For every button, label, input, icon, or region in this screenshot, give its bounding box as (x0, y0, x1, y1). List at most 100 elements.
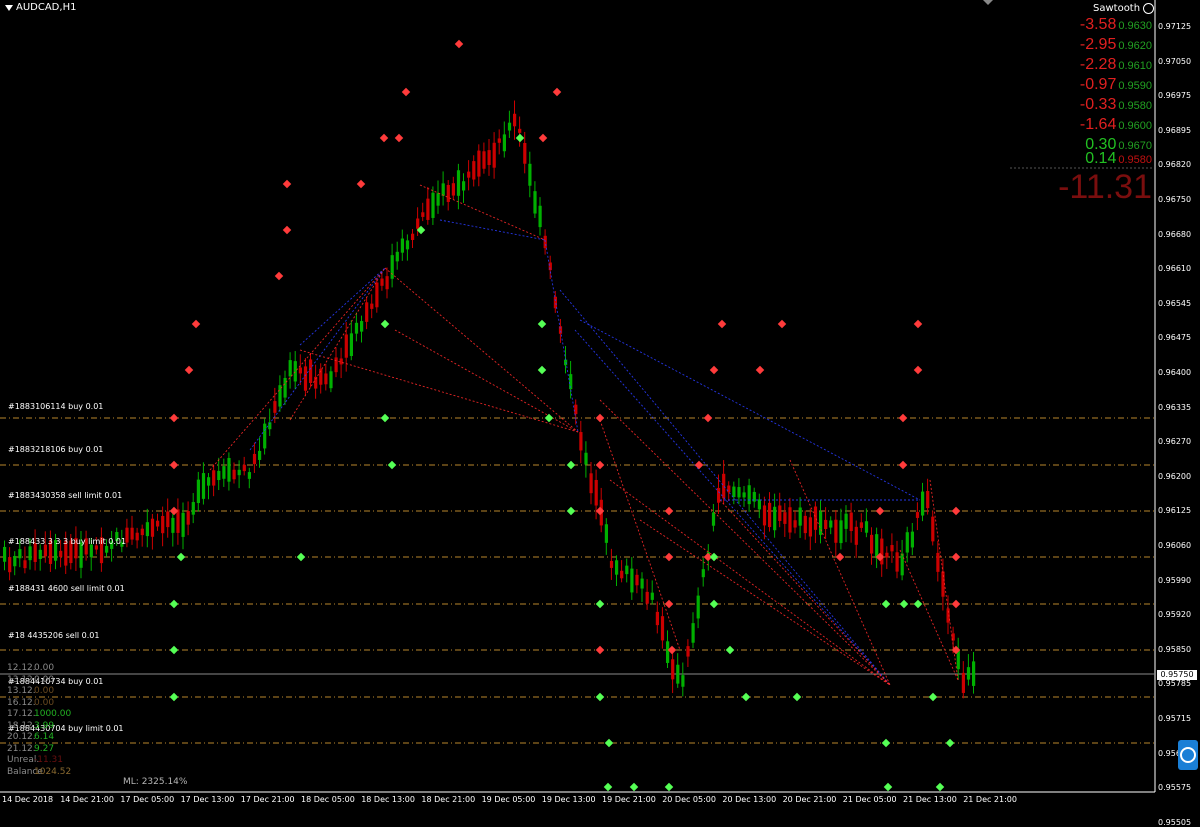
candle-body (609, 560, 614, 568)
candle-body (813, 506, 818, 530)
panel-value: -0.33 (1079, 96, 1117, 113)
candle-body (222, 466, 226, 479)
buy-marker (169, 599, 179, 609)
buy-marker (169, 645, 179, 655)
panel-row: -0.97 0.9590 (1030, 76, 1152, 94)
shift-marker-icon[interactable] (983, 0, 993, 5)
history-row: 20.12.6.14 (7, 732, 54, 742)
time-tick-label: 14 Dec 21:00 (60, 795, 114, 804)
sell-marker (595, 460, 605, 470)
price-chart-canvas[interactable] (0, 0, 1200, 810)
order-label: #1883106114 buy 0.01 (8, 402, 104, 411)
buy-marker (913, 599, 923, 609)
history-date: 12.12. (7, 663, 36, 673)
candle-body (671, 659, 675, 680)
time-tick-label: 19 Dec 05:00 (481, 795, 536, 804)
candle-body (38, 549, 42, 559)
candle-body (462, 181, 466, 191)
chart-area[interactable] (0, 0, 1200, 810)
history-date: 21.12. (7, 743, 36, 754)
sell-marker (664, 552, 674, 562)
candle-body (28, 546, 32, 561)
candle-body (349, 333, 353, 357)
buy-marker (537, 319, 547, 329)
sell-marker (379, 133, 389, 143)
price-tick-label: 0.97125 (1158, 22, 1192, 31)
history-row: 12.12.0.00 (7, 663, 54, 673)
price-tick-label: 0.96060 (1158, 541, 1192, 550)
sell-marker (951, 552, 961, 562)
fan-line (289, 267, 386, 421)
sell-marker (595, 645, 605, 655)
fan-line (209, 267, 386, 471)
candle-body (446, 184, 450, 202)
panel-row: -2.28 0.9610 (1030, 56, 1152, 74)
candle-body (742, 492, 746, 498)
sell-marker (595, 413, 605, 423)
sell-marker (951, 506, 961, 516)
price-tick-label: 0.95505 (1158, 817, 1192, 827)
candle-body (135, 532, 139, 541)
buy-marker (544, 413, 554, 423)
candle-body (584, 452, 588, 465)
price-tick-label: 0.96475 (1158, 333, 1192, 343)
buy-marker (881, 599, 891, 609)
candle-body (385, 276, 389, 290)
buy-marker (603, 782, 613, 792)
candle-body (773, 506, 777, 531)
history-value: 1024.52 (34, 766, 72, 777)
panel-row: -1.64 0.9600 (1030, 116, 1152, 134)
candle-body (79, 542, 83, 568)
symbol-dropdown-icon[interactable] (5, 5, 13, 11)
candle-body (207, 477, 211, 486)
candle-body (604, 524, 608, 543)
sell-marker (282, 179, 292, 189)
panel-value: 0.14 (1085, 150, 1117, 167)
candle-body (528, 163, 532, 186)
candle-body (921, 491, 925, 516)
candle-body (166, 511, 170, 528)
buy-marker (725, 645, 735, 655)
fan-line (574, 329, 891, 686)
candle-body (808, 517, 812, 537)
candle-body (298, 367, 302, 374)
history-row: Unreal.-11.31 (7, 755, 63, 765)
history-value: 0.00 (34, 697, 55, 708)
candle-body (354, 322, 359, 334)
buy-marker (537, 365, 547, 375)
history-date: 17.12. (7, 709, 36, 719)
teamviewer-icon[interactable] (1178, 740, 1198, 770)
price-tick-label: 0.97050 (1158, 56, 1192, 66)
sell-marker (913, 319, 923, 329)
sell-marker (898, 460, 908, 470)
history-value: 9.27 (34, 743, 55, 754)
candle-body (518, 128, 522, 133)
panel-row: -0.33 0.9580 (1030, 96, 1152, 114)
candle-body (691, 623, 695, 643)
candle-body (451, 183, 455, 196)
candle-body (217, 470, 221, 481)
candle-body (258, 450, 262, 460)
buy-marker (515, 133, 525, 143)
history-date: 16.12. (7, 697, 36, 708)
candle-body (156, 520, 160, 527)
candle-body (625, 565, 629, 575)
candle-body (161, 515, 165, 534)
history-date: 20.12. (7, 732, 36, 742)
candle-body (961, 672, 965, 693)
sell-marker (401, 87, 411, 97)
candle-body (635, 574, 639, 586)
total-profit: -11.31 (1058, 168, 1152, 206)
time-tick-label: 17 Dec 21:00 (240, 795, 295, 804)
fan-line (579, 319, 921, 501)
fan-line (439, 219, 546, 241)
candle-body (492, 142, 496, 168)
price-tick-label: 0.95850 (1158, 644, 1192, 654)
candle-body (630, 568, 634, 593)
order-label: #188433 3 3 3 buy limit 0.01 (8, 537, 127, 546)
candle-body (854, 526, 858, 545)
candle-body (130, 527, 134, 540)
candle-body (660, 616, 665, 641)
ml-label: ML: (123, 777, 139, 787)
teamviewer-ring (1180, 747, 1196, 763)
